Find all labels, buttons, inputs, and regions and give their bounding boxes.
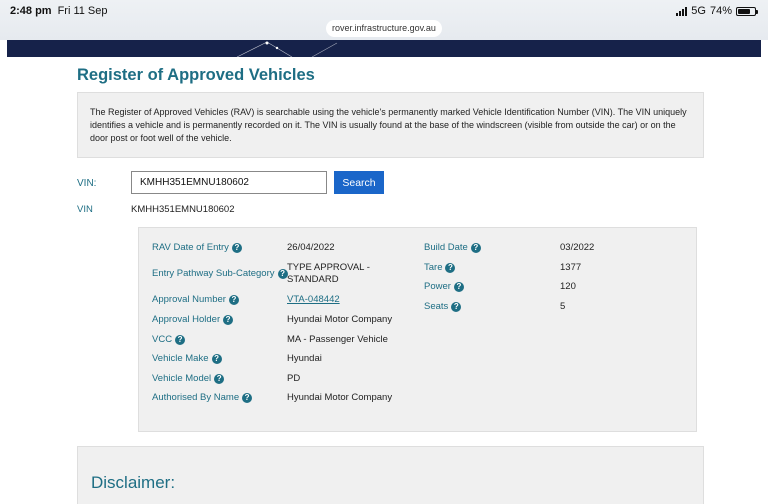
power-value: 120: [560, 281, 576, 292]
seats-value: 5: [560, 301, 566, 312]
disclaimer-title: Disclaimer:: [91, 473, 176, 492]
header-decoration: [236, 41, 338, 57]
authorised-by-label-text: Authorised By Name: [152, 392, 240, 403]
approval-holder-value: Hyundai Motor Company: [287, 314, 393, 325]
power-label-text: Power: [424, 281, 451, 292]
result-vin-label: VIN: [77, 204, 93, 215]
build-date-label-text: Build Date: [424, 242, 468, 253]
help-icon[interactable]: ?: [211, 353, 222, 364]
vehicle-model-label: Vehicle Model?: [152, 373, 225, 384]
approval-holder-label: Approval Holder?: [152, 314, 234, 325]
page-title: Register of Approved Vehicles: [77, 66, 315, 84]
help-icon[interactable]: ?: [470, 242, 481, 253]
vin-field-label: VIN:: [77, 178, 97, 189]
site-header-banner: [7, 40, 761, 57]
intro-text: The Register of Approved Vehicles (RAV) …: [90, 107, 687, 144]
date-text: Fri 11 Sep: [57, 5, 108, 17]
approval-holder-label-text: Approval Holder: [152, 314, 221, 325]
help-icon[interactable]: ?: [242, 392, 253, 403]
battery-icon: [736, 6, 758, 16]
vcc-label: VCC?: [152, 334, 186, 345]
tare-value: 1377: [560, 262, 582, 273]
vcc-label-text: VCC: [152, 334, 173, 345]
help-icon[interactable]: ?: [231, 242, 242, 253]
network-text: 5G: [691, 5, 706, 17]
pathway-label-text: Entry Pathway Sub-Category: [152, 268, 275, 279]
cell-signal-icon: [676, 6, 688, 16]
seats-label: Seats?: [424, 301, 462, 312]
vehicle-model-label-text: Vehicle Model: [152, 373, 212, 384]
battery-text: 74%: [709, 5, 732, 17]
pathway-value: TYPE APPROVAL - STANDARD: [287, 262, 370, 285]
help-icon[interactable]: ?: [451, 301, 462, 312]
help-icon[interactable]: ?: [223, 314, 234, 325]
search-button[interactable]: Search: [334, 171, 384, 194]
help-icon[interactable]: ?: [228, 294, 239, 305]
authorised-by-value: Hyundai Motor Company: [287, 392, 393, 403]
help-icon[interactable]: ?: [214, 373, 225, 384]
rav-date-label-text: RAV Date of Entry: [152, 242, 229, 253]
vehicle-model-value: PD: [287, 373, 301, 384]
time-text: 2:48 pm: [10, 5, 52, 17]
build-date-value: 03/2022: [560, 242, 595, 253]
authorised-by-label: Authorised By Name?: [152, 392, 253, 403]
result-vin-value: KMHH351EMNU180602: [131, 204, 235, 215]
status-bar: 2:48 pm Fri 11 Sep 5G 74% rover.infrastru…: [0, 0, 768, 40]
help-icon[interactable]: ?: [453, 281, 464, 292]
disclaimer-panel: Disclaimer:: [77, 446, 704, 504]
rav-date-label: RAV Date of Entry?: [152, 242, 242, 253]
vcc-value: MA - Passenger Vehicle: [287, 334, 388, 345]
seats-label-text: Seats: [424, 301, 449, 312]
status-time: 2:48 pm Fri 11 Sep: [10, 5, 108, 17]
rav-date-value: 26/04/2022: [287, 242, 335, 253]
approval-number-label-text: Approval Number: [152, 294, 226, 305]
vehicle-make-label: Vehicle Make?: [152, 353, 222, 364]
approval-number-label: Approval Number?: [152, 294, 239, 305]
tare-label-text: Tare: [424, 262, 443, 273]
vehicle-details-panel: RAV Date of Entry? 26/04/2022 Entry Path…: [138, 227, 697, 432]
url-bar[interactable]: rover.infrastructure.gov.au: [326, 20, 442, 37]
vehicle-make-label-text: Vehicle Make: [152, 353, 209, 364]
approval-number-link[interactable]: VTA-048442: [287, 294, 340, 306]
build-date-label: Build Date?: [424, 242, 481, 253]
power-label: Power?: [424, 281, 464, 292]
help-icon[interactable]: ?: [445, 262, 456, 273]
pathway-label: Entry Pathway Sub-Category?: [152, 268, 288, 279]
vehicle-make-value: Hyundai: [287, 353, 322, 364]
status-indicators: 5G 74%: [676, 5, 758, 17]
tare-label: Tare?: [424, 262, 456, 273]
help-icon[interactable]: ?: [175, 334, 186, 345]
vin-input[interactable]: [131, 171, 327, 194]
intro-panel: The Register of Approved Vehicles (RAV) …: [77, 92, 704, 158]
